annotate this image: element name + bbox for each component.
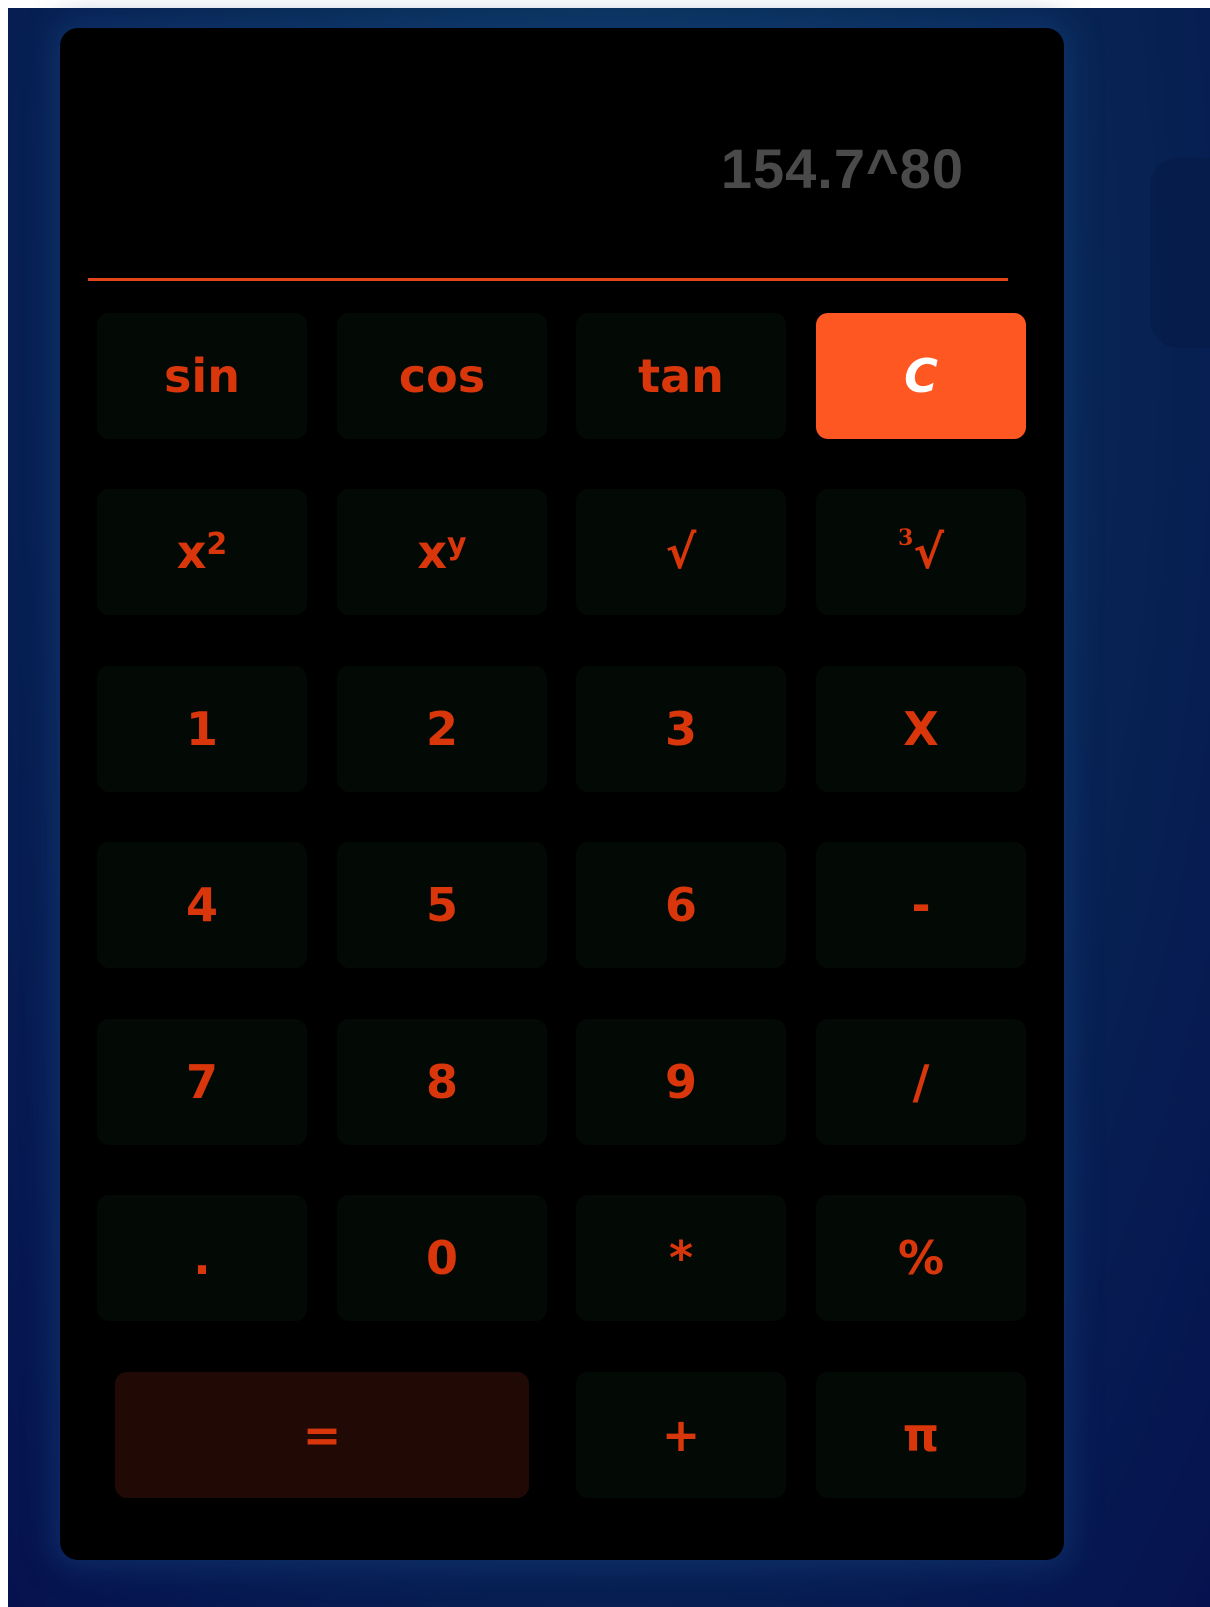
display-value: 154.7^80 xyxy=(720,137,964,200)
square-base: x xyxy=(176,525,207,579)
tan-button[interactable]: tan xyxy=(576,313,786,439)
divide-button[interactable]: / xyxy=(816,1019,1026,1145)
cos-button[interactable]: cos xyxy=(337,313,547,439)
digit-6-button[interactable]: 6 xyxy=(576,842,786,968)
square-button[interactable]: x2 xyxy=(97,489,307,615)
square-root-button[interactable]: √ xyxy=(576,489,786,615)
clear-button[interactable]: C xyxy=(816,313,1026,439)
equals-button[interactable]: = xyxy=(115,1372,529,1498)
power-button[interactable]: xy xyxy=(337,489,547,615)
multiply-button[interactable]: X xyxy=(816,666,1026,792)
power-exponent: y xyxy=(447,526,467,562)
calculator-display: 154.7^80 xyxy=(88,88,1008,281)
pi-button[interactable]: π xyxy=(816,1372,1026,1498)
cube-root-index: 3 xyxy=(898,525,914,551)
asterisk-button[interactable]: * xyxy=(576,1195,786,1321)
digit-5-button[interactable]: 5 xyxy=(337,842,547,968)
power-base: x xyxy=(417,525,448,579)
cube-root-button[interactable]: 3 √ xyxy=(816,489,1026,615)
digit-8-button[interactable]: 8 xyxy=(337,1019,547,1145)
decimal-button[interactable]: . xyxy=(97,1195,307,1321)
digit-3-button[interactable]: 3 xyxy=(576,666,786,792)
digit-2-button[interactable]: 2 xyxy=(337,666,547,792)
digit-9-button[interactable]: 9 xyxy=(576,1019,786,1145)
calculator-panel: 154.7^80 sin cos tan C x2 xy √ 3 √ 1 2 3 … xyxy=(60,28,1064,1560)
digit-0-button[interactable]: 0 xyxy=(337,1195,547,1321)
digit-1-button[interactable]: 1 xyxy=(97,666,307,792)
digit-7-button[interactable]: 7 xyxy=(97,1019,307,1145)
square-exponent: 2 xyxy=(206,526,228,562)
cube-root-radical: √ xyxy=(913,525,944,579)
plus-button[interactable]: + xyxy=(576,1372,786,1498)
percent-button[interactable]: % xyxy=(816,1195,1026,1321)
sin-button[interactable]: sin xyxy=(97,313,307,439)
digit-4-button[interactable]: 4 xyxy=(97,842,307,968)
minus-button[interactable]: - xyxy=(816,842,1026,968)
